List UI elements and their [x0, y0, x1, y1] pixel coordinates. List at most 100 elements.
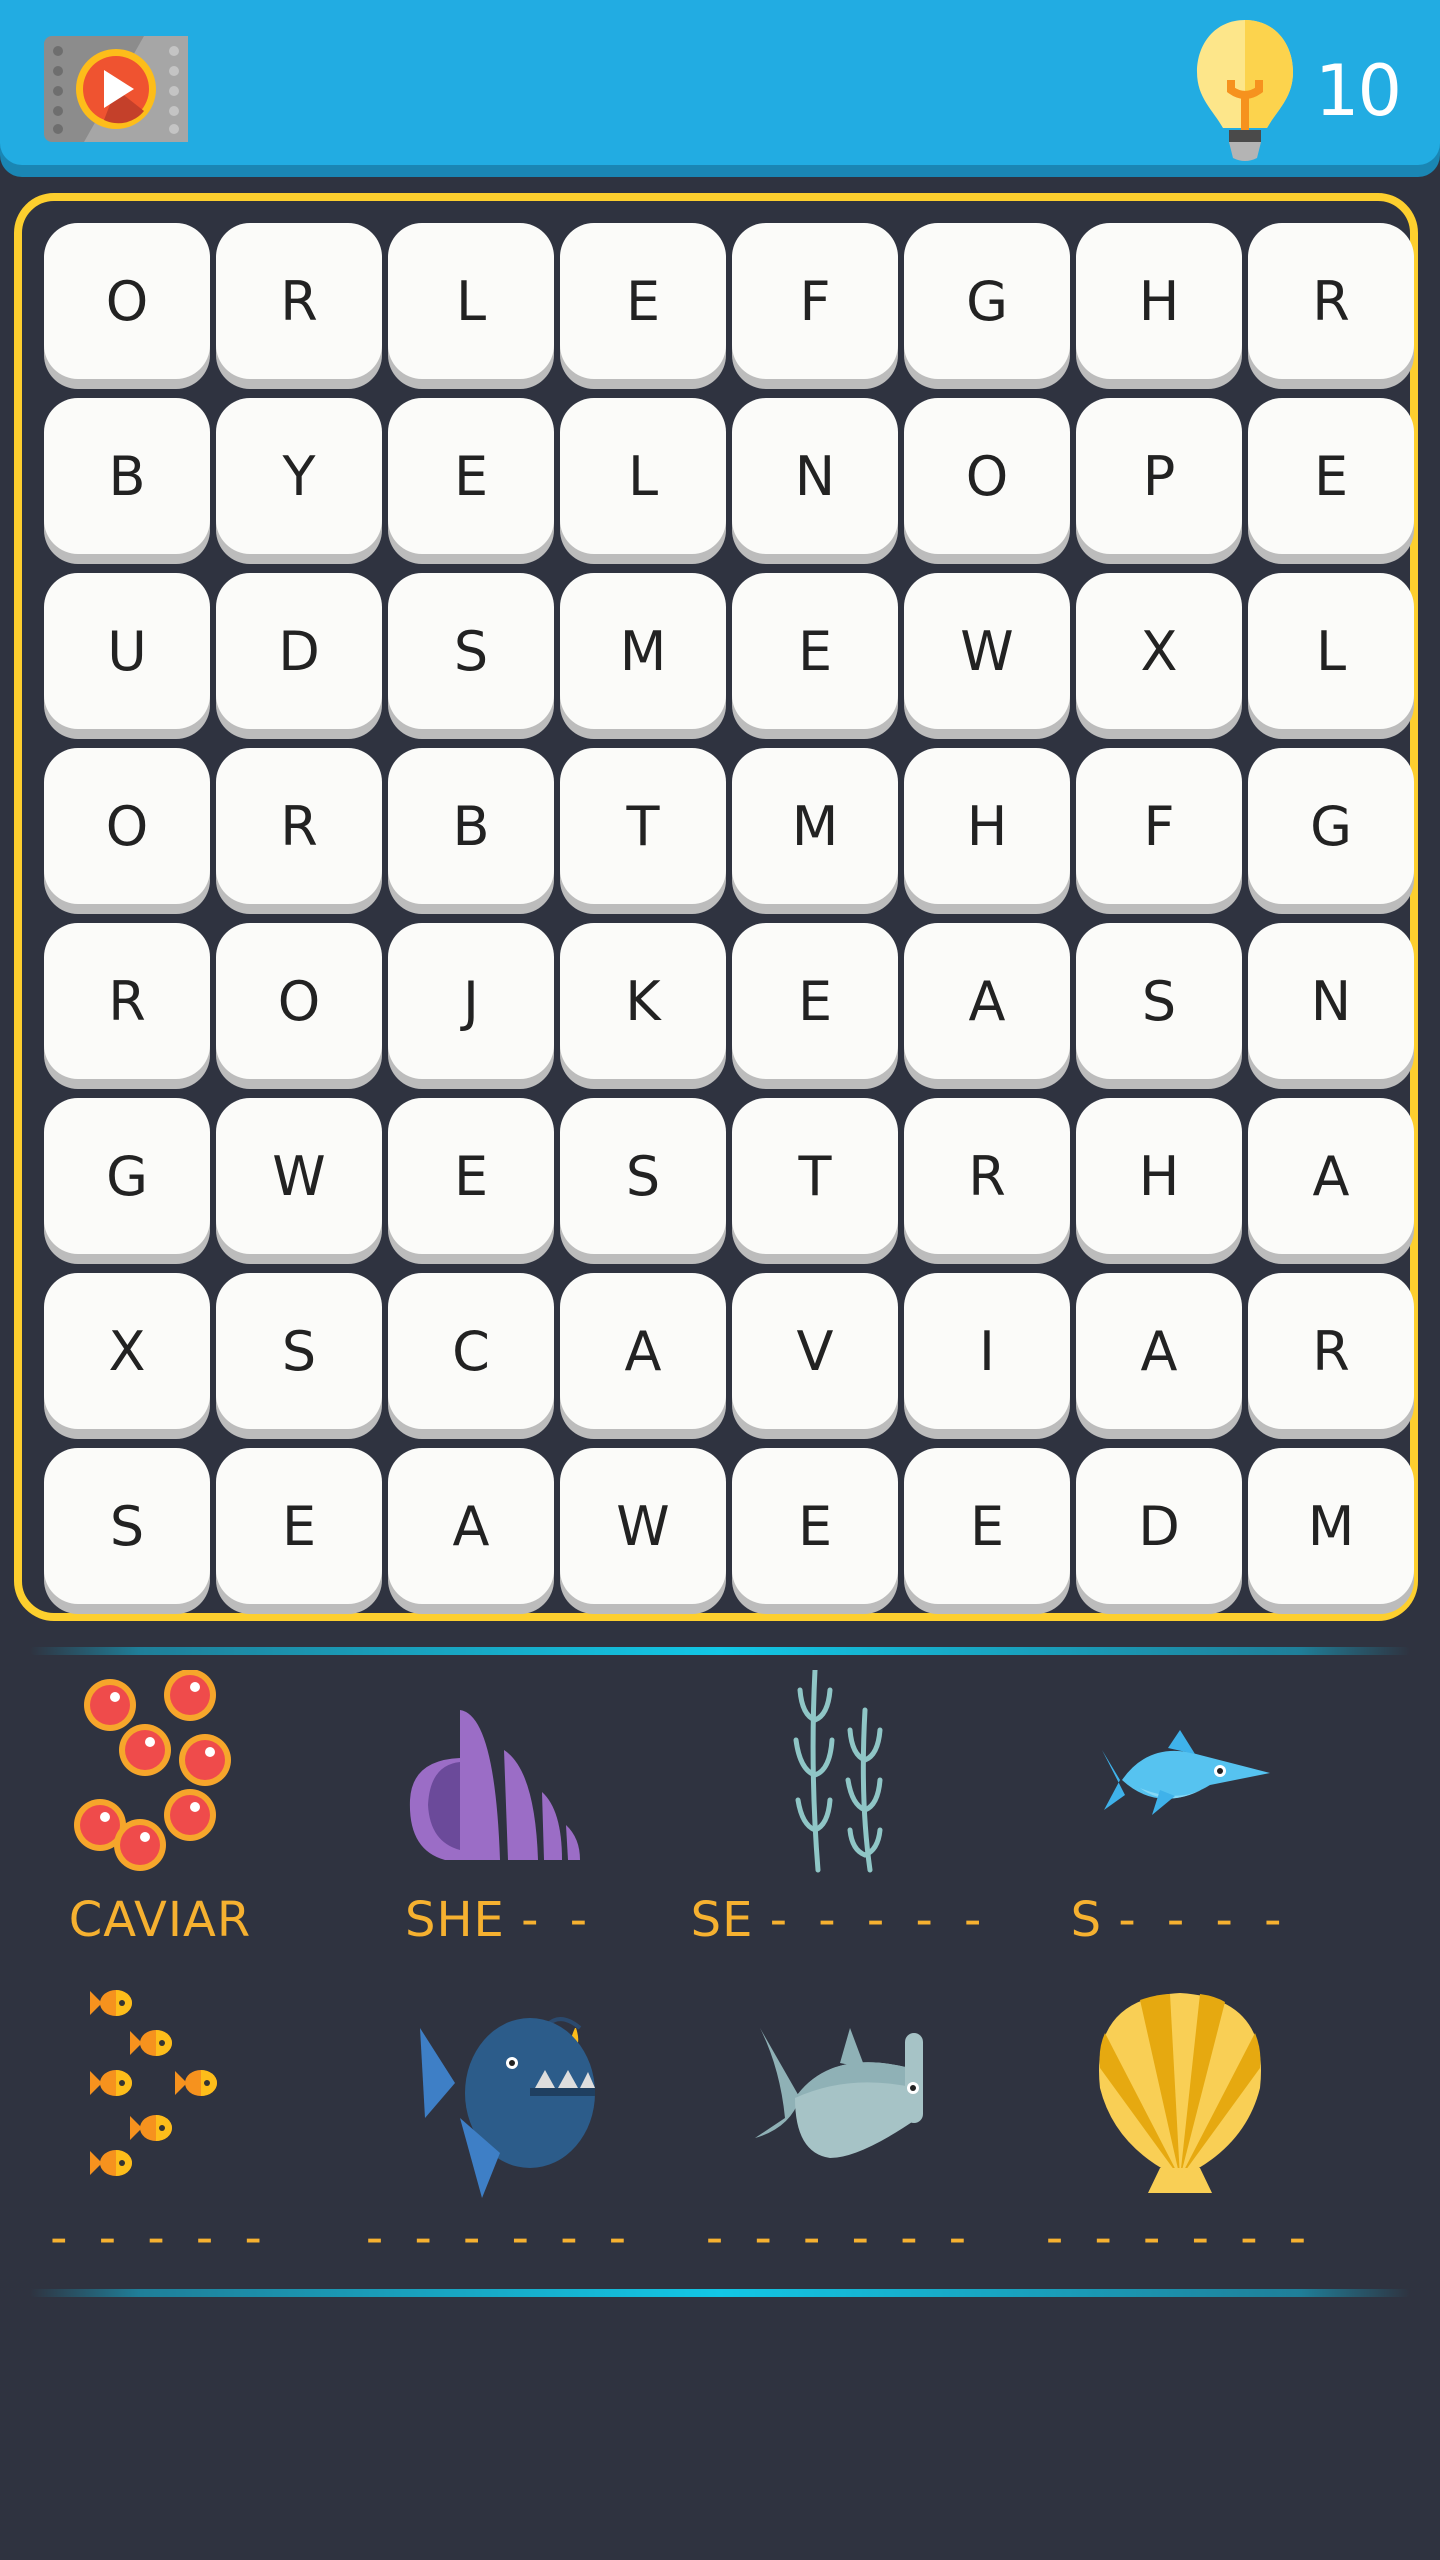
caviar-icon — [10, 1670, 310, 1880]
letter-tile[interactable]: S — [216, 1273, 382, 1429]
letter-tile[interactable]: E — [732, 1448, 898, 1604]
letter-tile[interactable]: R — [1248, 223, 1414, 379]
letter-tile[interactable]: S — [1076, 923, 1242, 1079]
letter-tile[interactable]: H — [904, 748, 1070, 904]
letter-tile[interactable]: W — [904, 573, 1070, 729]
letter-tile[interactable]: R — [904, 1098, 1070, 1254]
divider-glow-top — [30, 1647, 1410, 1655]
clue-word: SE - - - - - — [690, 1890, 990, 1950]
clue-item[interactable]: - - - - - - — [1030, 1988, 1330, 2268]
clue-revealed-letters: CAVIAR — [68, 1892, 252, 1948]
letter-tile[interactable]: J — [388, 923, 554, 1079]
letter-tile[interactable]: V — [732, 1273, 898, 1429]
letter-tile[interactable]: T — [732, 1098, 898, 1254]
clue-word: CAVIAR — [10, 1890, 310, 1950]
letter-tile[interactable]: N — [1248, 923, 1414, 1079]
clue-word: - - - - - — [10, 2208, 310, 2268]
letter-tile[interactable]: A — [904, 923, 1070, 1079]
letter-tile[interactable]: N — [732, 398, 898, 554]
clue-item[interactable]: - - - - - - — [690, 1988, 990, 2268]
anglerfish-icon — [350, 1988, 650, 2198]
hint-counter[interactable]: 10 — [1193, 16, 1402, 166]
letter-tile[interactable]: E — [388, 1098, 554, 1254]
clue-item[interactable]: CAVIAR — [10, 1670, 310, 1950]
letter-tile[interactable]: K — [560, 923, 726, 1079]
letter-tile[interactable]: S — [44, 1448, 210, 1604]
letter-tile[interactable]: R — [216, 223, 382, 379]
letter-tile[interactable]: I — [904, 1273, 1070, 1429]
clue-hidden-slots: - - - - - — [50, 2210, 270, 2266]
letter-tile[interactable]: G — [904, 223, 1070, 379]
lightbulb-icon — [1196, 20, 1293, 161]
clue-revealed-letters: SHE — [404, 1892, 505, 1948]
letter-tile[interactable]: Y — [216, 398, 382, 554]
letter-tile[interactable]: E — [216, 1448, 382, 1604]
letter-tile[interactable]: R — [44, 923, 210, 1079]
film-play-icon — [44, 36, 188, 142]
letter-tile[interactable]: M — [1248, 1448, 1414, 1604]
letter-tile[interactable]: X — [44, 1273, 210, 1429]
letter-tile[interactable]: D — [1076, 1448, 1242, 1604]
clue-revealed-letters: SE — [690, 1892, 754, 1948]
letter-tile[interactable]: H — [1076, 1098, 1242, 1254]
letter-tile[interactable]: H — [1076, 223, 1242, 379]
letter-tile[interactable]: L — [1248, 573, 1414, 729]
letter-tile[interactable]: E — [560, 223, 726, 379]
letter-tile[interactable]: S — [560, 1098, 726, 1254]
clue-hidden-slots: - - - - - — [769, 1892, 990, 1948]
swordfish-icon — [1030, 1670, 1330, 1880]
top-bar: 10 — [0, 0, 1440, 165]
seaweed-icon — [690, 1670, 990, 1880]
letter-tile[interactable]: G — [1248, 748, 1414, 904]
seashell-icon — [350, 1670, 650, 1880]
letter-tile[interactable]: O — [216, 923, 382, 1079]
clue-hidden-slots: - - - - - - — [705, 2210, 975, 2266]
letter-tile[interactable]: E — [732, 923, 898, 1079]
clue-item[interactable]: SHE - - — [350, 1670, 650, 1950]
letter-grid: ORLEFGHRBYELNOPEUDSMEWXLORBTMHFGROJKEASN… — [44, 223, 1414, 1614]
letter-tile[interactable]: C — [388, 1273, 554, 1429]
letter-board: ORLEFGHRBYELNOPEUDSMEWXLORBTMHFGROJKEASN… — [14, 193, 1418, 1621]
letter-tile[interactable]: R — [1248, 1273, 1414, 1429]
letter-tile[interactable]: X — [1076, 573, 1242, 729]
letter-tile[interactable]: M — [560, 573, 726, 729]
letter-tile[interactable]: L — [388, 223, 554, 379]
letter-tile[interactable]: O — [904, 398, 1070, 554]
letter-tile[interactable]: F — [1076, 748, 1242, 904]
letter-tile[interactable]: D — [216, 573, 382, 729]
letter-tile[interactable]: S — [388, 573, 554, 729]
clue-word: - - - - - - — [690, 2208, 990, 2268]
letter-tile[interactable]: R — [216, 748, 382, 904]
letter-tile[interactable]: U — [44, 573, 210, 729]
clue-hidden-slots: - - — [521, 1892, 596, 1948]
clue-item[interactable]: S - - - - — [1030, 1670, 1330, 1950]
letter-tile[interactable]: F — [732, 223, 898, 379]
letter-tile[interactable]: L — [560, 398, 726, 554]
letter-tile[interactable]: O — [44, 748, 210, 904]
clue-item[interactable]: SE - - - - - — [690, 1670, 990, 1950]
letter-tile[interactable]: W — [216, 1098, 382, 1254]
letter-tile[interactable]: E — [388, 398, 554, 554]
letter-tile[interactable]: A — [388, 1448, 554, 1604]
letter-tile[interactable]: E — [1248, 398, 1414, 554]
letter-tile[interactable]: T — [560, 748, 726, 904]
letter-tile[interactable]: O — [44, 223, 210, 379]
clue-word: - - - - - - — [350, 2208, 650, 2268]
letter-tile[interactable]: B — [388, 748, 554, 904]
divider-glow-bottom — [30, 2289, 1410, 2297]
letter-tile[interactable]: A — [560, 1273, 726, 1429]
letter-tile[interactable]: G — [44, 1098, 210, 1254]
letter-tile[interactable]: M — [732, 748, 898, 904]
letter-tile[interactable]: A — [1248, 1098, 1414, 1254]
clue-item[interactable]: - - - - - — [10, 1988, 310, 2268]
letter-tile[interactable]: B — [44, 398, 210, 554]
letter-tile[interactable]: W — [560, 1448, 726, 1604]
letter-tile[interactable]: P — [1076, 398, 1242, 554]
letter-tile[interactable]: E — [732, 573, 898, 729]
watch-video-button[interactable] — [44, 36, 188, 142]
scallop-shell-icon — [1030, 1988, 1330, 2198]
clue-item[interactable]: - - - - - - — [350, 1988, 650, 2268]
letter-tile[interactable]: A — [1076, 1273, 1242, 1429]
clue-revealed-letters: S — [1070, 1892, 1103, 1948]
letter-tile[interactable]: E — [904, 1448, 1070, 1604]
